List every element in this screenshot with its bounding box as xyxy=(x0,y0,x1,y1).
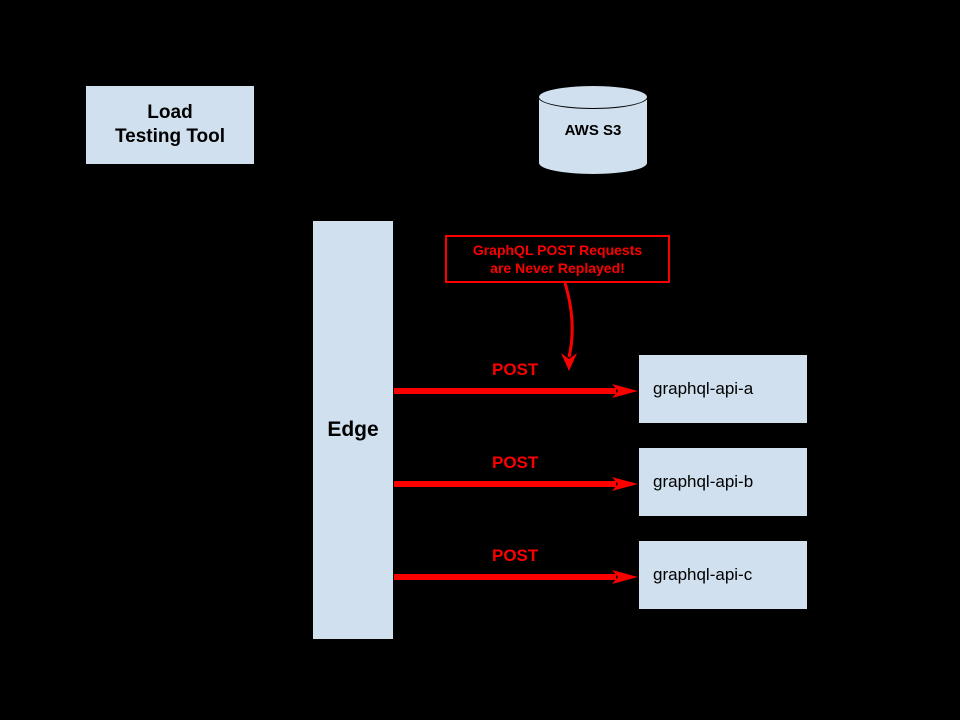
load-testing-tool-node: Load Testing Tool xyxy=(85,85,255,165)
s3-top-ellipse xyxy=(538,85,648,109)
post-label-a: POST xyxy=(492,360,538,380)
graphql-api-b-label: graphql-api-b xyxy=(653,472,753,492)
graphql-api-c-label: graphql-api-c xyxy=(653,565,752,585)
callout-text: GraphQL POST Requests are Never Replayed… xyxy=(473,241,642,277)
post-arrow-a xyxy=(394,384,638,394)
post-arrow-c xyxy=(394,570,638,580)
graphql-api-c-node: graphql-api-c xyxy=(638,540,808,610)
aws-s3-label: AWS S3 xyxy=(565,122,622,139)
post-arrow-b xyxy=(394,477,638,487)
graphql-api-a-label: graphql-api-a xyxy=(653,379,753,399)
edge-node: Edge xyxy=(312,220,394,640)
aws-s3-node: AWS S3 xyxy=(538,85,648,175)
load-testing-tool-label: Load Testing Tool xyxy=(115,101,225,149)
graphql-api-a-node: graphql-api-a xyxy=(638,354,808,424)
graphql-api-b-node: graphql-api-b xyxy=(638,447,808,517)
post-label-c: POST xyxy=(492,546,538,566)
post-label-b: POST xyxy=(492,453,538,473)
edge-label: Edge xyxy=(327,418,378,442)
callout-box: GraphQL POST Requests are Never Replayed… xyxy=(445,235,670,283)
callout-arrow xyxy=(555,283,585,373)
